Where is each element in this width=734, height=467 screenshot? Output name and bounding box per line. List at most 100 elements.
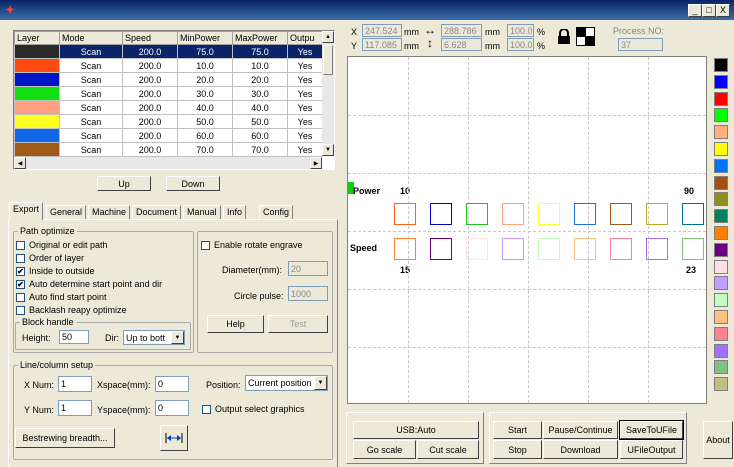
- position-select[interactable]: Current position ▼: [245, 375, 328, 391]
- layer-color-cell[interactable]: [14, 86, 60, 101]
- checkbox-box[interactable]: ✔: [16, 266, 25, 276]
- download-button[interactable]: Download: [543, 440, 618, 459]
- layer-table[interactable]: Layer Mode Speed MinPower MaxPower Outpu Scan…: [13, 30, 335, 170]
- scroll-thumb[interactable]: [323, 45, 333, 75]
- palette-swatch[interactable]: [714, 192, 728, 207]
- palette-swatch[interactable]: [714, 343, 728, 358]
- path-option-checkbox[interactable]: Backlash reapy optimize: [16, 305, 127, 315]
- usb-button[interactable]: USB:Auto: [353, 421, 479, 439]
- path-option-checkbox[interactable]: ✔ Inside to outside: [16, 266, 95, 276]
- save-to-ufile-button[interactable]: SaveToUFile: [619, 420, 684, 440]
- lock-icon[interactable]: [557, 28, 571, 45]
- circle-pulse-input[interactable]: 1000: [288, 286, 328, 301]
- speed-test-square[interactable]: [646, 238, 668, 260]
- checkbox-box[interactable]: [202, 404, 211, 414]
- bestrewing-icon-button[interactable]: [160, 425, 188, 451]
- speed-test-square[interactable]: [538, 238, 560, 260]
- palette-swatch[interactable]: [714, 108, 728, 123]
- checkbox-box[interactable]: ✔: [16, 279, 25, 289]
- checkbox-box[interactable]: [201, 240, 210, 250]
- speed-test-square[interactable]: [610, 238, 632, 260]
- path-option-checkbox[interactable]: Original or edit path: [16, 240, 108, 250]
- palette-swatch[interactable]: [714, 175, 728, 190]
- palette-swatch[interactable]: [714, 310, 728, 324]
- table-row[interactable]: Scan 200.0 70.0 70.0 Yes: [14, 142, 323, 157]
- rotate-checkbox[interactable]: Enable rotate engrave: [201, 240, 303, 250]
- grid-position-icon[interactable]: [576, 27, 595, 46]
- column-header[interactable]: MinPower: [177, 31, 233, 45]
- xnum-input[interactable]: 1: [58, 376, 92, 392]
- test-button[interactable]: Test: [268, 315, 328, 333]
- palette-swatch[interactable]: [714, 293, 728, 308]
- scale-x-field[interactable]: 100.0: [507, 24, 534, 37]
- yspace-input[interactable]: 0: [155, 400, 189, 416]
- layer-color-cell[interactable]: [14, 114, 60, 129]
- palette-swatch[interactable]: [714, 226, 728, 240]
- chevron-down-icon[interactable]: ▼: [171, 331, 184, 344]
- tab-info[interactable]: Info: [223, 205, 247, 220]
- checkbox-box[interactable]: [16, 305, 25, 315]
- table-row[interactable]: Scan 200.0 10.0 10.0 Yes: [14, 58, 323, 73]
- palette-swatch[interactable]: [714, 58, 728, 72]
- palette-swatch[interactable]: [714, 360, 728, 375]
- help-button[interactable]: Help: [207, 315, 264, 333]
- table-row[interactable]: Scan 200.0 50.0 50.0 Yes: [14, 114, 323, 129]
- xspace-input[interactable]: 0: [155, 376, 189, 392]
- path-option-checkbox[interactable]: Order of layer: [16, 253, 84, 263]
- scroll-down-icon[interactable]: ▼: [322, 144, 334, 156]
- speed-test-square[interactable]: [430, 238, 452, 260]
- table-vscrollbar[interactable]: ▲ ▼: [322, 31, 334, 156]
- palette-swatch[interactable]: [714, 142, 728, 156]
- height-input[interactable]: 50: [59, 330, 89, 344]
- power-test-square[interactable]: [646, 203, 668, 225]
- speed-test-square[interactable]: [466, 238, 488, 260]
- close-button[interactable]: X: [716, 4, 730, 17]
- palette-swatch[interactable]: [714, 326, 728, 341]
- palette-swatch[interactable]: [714, 91, 728, 106]
- power-test-square[interactable]: [502, 203, 524, 225]
- design-canvas[interactable]: Power 10 90 Speed 15 23: [347, 56, 707, 404]
- y-coord-field[interactable]: 117.085: [362, 38, 402, 51]
- power-test-square[interactable]: [538, 203, 560, 225]
- power-test-square[interactable]: [682, 203, 704, 225]
- speed-test-square[interactable]: [682, 238, 704, 260]
- maximize-button[interactable]: □: [702, 4, 716, 17]
- dir-select[interactable]: Up to bott ▼: [123, 330, 185, 345]
- layer-color-cell[interactable]: [14, 44, 60, 59]
- minimize-button[interactable]: _: [688, 4, 702, 17]
- path-option-checkbox[interactable]: ✔ Auto determine start point and dir: [16, 279, 162, 289]
- checkbox-box[interactable]: [16, 292, 25, 302]
- checkbox-box[interactable]: [16, 240, 25, 250]
- tab-document[interactable]: Document: [132, 205, 182, 220]
- ufile-output-button[interactable]: UFileOutput: [620, 440, 683, 459]
- pause-continue-button[interactable]: Pause/Continue: [543, 421, 618, 439]
- column-header[interactable]: Layer: [14, 31, 60, 45]
- speed-test-square[interactable]: [394, 238, 416, 260]
- diameter-input[interactable]: 20: [288, 261, 328, 276]
- checkbox-box[interactable]: [16, 253, 25, 263]
- power-test-square[interactable]: [574, 203, 596, 225]
- power-test-square[interactable]: [610, 203, 632, 225]
- chevron-down-icon[interactable]: ▼: [314, 376, 327, 390]
- power-test-square[interactable]: [430, 203, 452, 225]
- layer-color-cell[interactable]: [14, 100, 60, 115]
- layer-color-cell[interactable]: [14, 72, 60, 87]
- stop-button[interactable]: Stop: [493, 440, 542, 459]
- table-hscrollbar[interactable]: ◀ ▶: [14, 157, 322, 169]
- palette-swatch[interactable]: [714, 125, 728, 140]
- x-coord-field[interactable]: 247.524: [362, 24, 402, 37]
- power-test-square[interactable]: [466, 203, 488, 225]
- table-row[interactable]: Scan 200.0 20.0 20.0 Yes: [14, 72, 323, 87]
- cut-scale-button[interactable]: Cut scale: [417, 440, 479, 459]
- table-row[interactable]: Scan 200.0 30.0 30.0 Yes: [14, 86, 323, 101]
- scroll-left-icon[interactable]: ◀: [14, 157, 26, 169]
- layer-color-cell[interactable]: [14, 142, 60, 157]
- column-header[interactable]: Outpu: [287, 31, 323, 45]
- ynum-input[interactable]: 1: [58, 400, 92, 416]
- column-header[interactable]: Mode: [59, 31, 123, 45]
- palette-swatch[interactable]: [714, 209, 728, 224]
- palette-swatch[interactable]: [714, 276, 728, 291]
- scroll-right-icon[interactable]: ▶: [310, 157, 322, 169]
- layer-color-cell[interactable]: [14, 128, 60, 143]
- table-row[interactable]: Scan 200.0 60.0 60.0 Yes: [14, 128, 323, 143]
